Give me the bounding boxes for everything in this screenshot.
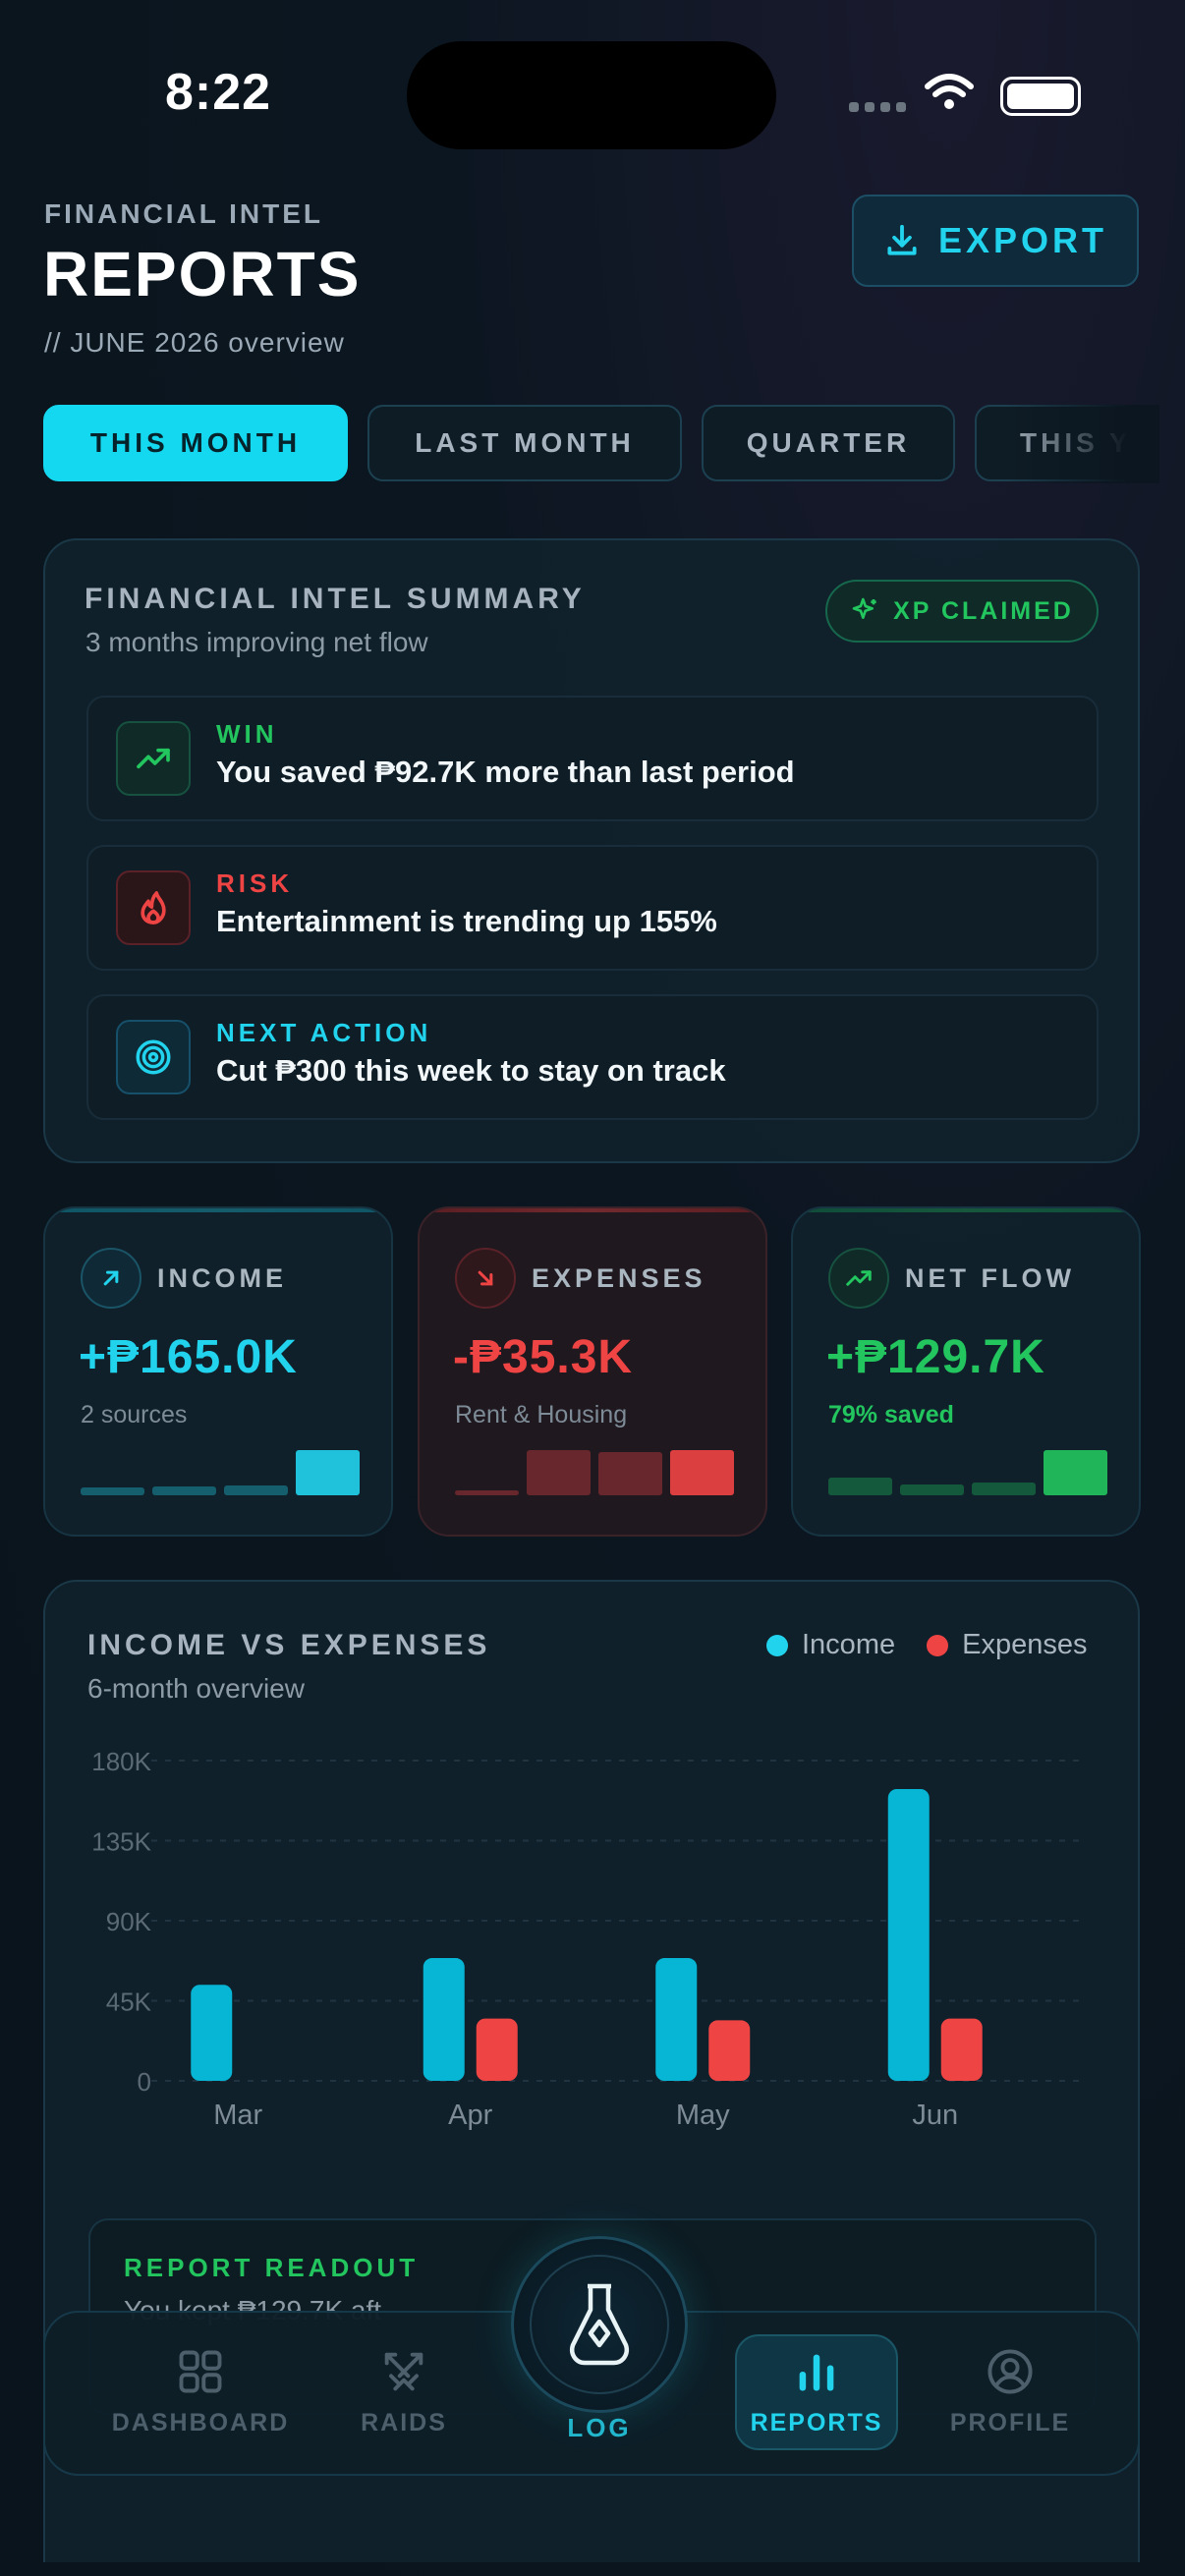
sparkline-bar	[1044, 1450, 1107, 1495]
insight-next-action[interactable]: NEXT ACTION Cut ₱300 this week to stay o…	[86, 994, 1099, 1120]
tab-this-year[interactable]: THIS Y	[975, 405, 1136, 481]
sparkles-icon	[852, 597, 876, 619]
stat-value: +₱165.0K	[79, 1331, 298, 1383]
x-tick-label: Jun	[912, 2100, 958, 2131]
nav-profile[interactable]: PROFILE	[912, 2346, 1108, 2437]
chart-subtitle: 6-month overview	[87, 1673, 305, 1704]
legend-expenses: Expenses	[927, 1629, 1087, 1661]
download-icon	[887, 224, 917, 255]
sparkline-bar	[296, 1450, 360, 1495]
bar-income-may	[655, 1958, 698, 2081]
bar-chart-icon	[799, 2354, 834, 2391]
stat-value: +₱129.7K	[826, 1331, 1045, 1383]
bar-expenses-jun	[940, 2018, 983, 2081]
income-expenses-chart: 0 45K 90K 135K 180K Mar Apr May Jun	[91, 1747, 1081, 2131]
readout-title: REPORT READOUT	[124, 2253, 420, 2282]
user-circle-icon	[988, 2349, 1033, 2394]
summary-subtitle: 3 months improving net flow	[85, 627, 428, 657]
stat-label: INCOME	[157, 1263, 287, 1293]
insight-label: WIN	[216, 719, 278, 749]
stat-card-income[interactable]: INCOME +₱165.0K 2 sources	[43, 1206, 393, 1537]
stat-sub: 2 sources	[81, 1401, 188, 1428]
sparkline-bar	[455, 1490, 519, 1495]
stat-label: EXPENSES	[532, 1263, 706, 1293]
insight-text: Entertainment is trending up 155%	[216, 904, 717, 938]
swords-icon	[384, 2352, 423, 2391]
expenses-sparkline	[455, 1446, 734, 1495]
sparkline-bar	[527, 1450, 591, 1495]
trending-up-icon	[116, 721, 191, 796]
target-icon	[116, 1020, 191, 1094]
bar-income-jun	[887, 1788, 930, 2081]
y-tick-label: 45K	[106, 1988, 152, 2017]
tab-quarter[interactable]: QUARTER	[702, 405, 955, 481]
grid-icon	[179, 2350, 222, 2393]
insight-win[interactable]: WIN You saved ₱92.7K more than last peri…	[86, 696, 1099, 821]
arrow-down-right-icon	[455, 1248, 516, 1309]
log-button[interactable]	[511, 2236, 688, 2413]
bar-expenses-may	[708, 2020, 751, 2081]
sparkline-bar	[598, 1452, 662, 1495]
x-tick-label: Apr	[448, 2100, 492, 2131]
nav-dashboard[interactable]: DASHBOARD	[102, 2346, 299, 2437]
sparkline-bar	[972, 1483, 1036, 1495]
summary-title: FINANCIAL INTEL SUMMARY	[85, 583, 586, 615]
bar-income-apr	[423, 1958, 465, 2081]
flame-icon	[116, 870, 191, 945]
nav-raids[interactable]: RAIDS	[306, 2346, 502, 2437]
xp-claimed-badge[interactable]: XP CLAIMED	[825, 580, 1099, 643]
chart-title: INCOME VS EXPENSES	[87, 1629, 491, 1661]
net-flow-sparkline	[828, 1446, 1107, 1495]
sparkline-bar	[152, 1485, 216, 1495]
insight-text: Cut ₱300 this week to stay on track	[216, 1053, 726, 1088]
period-tabs: THIS MONTH LAST MONTH QUARTER THIS Y	[43, 405, 1136, 483]
insight-label: RISK	[216, 868, 294, 898]
wifi-icon	[925, 74, 974, 109]
tab-last-month[interactable]: LAST MONTH	[367, 405, 682, 481]
tab-this-month[interactable]: THIS MONTH	[43, 405, 348, 481]
legend-income: Income	[766, 1629, 895, 1661]
chart-legend: Income Expenses	[766, 1629, 1087, 1661]
sparkline-bar	[900, 1484, 964, 1495]
stat-card-net-flow[interactable]: NET FLOW +₱129.7K 79% saved	[791, 1206, 1141, 1537]
y-tick-label: 90K	[106, 1907, 152, 1936]
battery-icon	[1000, 77, 1081, 116]
sparkline-bar	[828, 1477, 892, 1495]
nav-reports[interactable]: REPORTS	[718, 2346, 915, 2437]
y-tick-label: 135K	[91, 1827, 151, 1857]
dynamic-island	[407, 41, 776, 149]
export-button[interactable]: EXPORT	[852, 195, 1139, 287]
nav-log-label: LOG	[567, 2413, 632, 2442]
page-title: REPORTS	[43, 239, 362, 309]
insight-risk[interactable]: RISK Entertainment is trending up 155%	[86, 845, 1099, 971]
stat-sub: 79% saved	[828, 1401, 954, 1428]
stat-value: -₱35.3K	[453, 1331, 634, 1383]
insight-text: You saved ₱92.7K more than last period	[216, 755, 795, 789]
x-tick-label: Mar	[213, 2100, 262, 2131]
signal-icon	[849, 102, 906, 112]
y-tick-label: 180K	[91, 1747, 151, 1776]
stat-label: NET FLOW	[905, 1263, 1075, 1293]
trending-up-icon	[828, 1248, 889, 1309]
y-tick-label: 0	[138, 2067, 151, 2097]
export-label: EXPORT	[937, 220, 1108, 260]
sparkline-bar	[81, 1486, 144, 1495]
page-eyebrow: FINANCIAL INTEL	[44, 198, 324, 229]
x-tick-label: May	[676, 2100, 730, 2131]
stat-sub: Rent & Housing	[455, 1401, 628, 1428]
page-subtitle: // JUNE 2026 overview	[44, 327, 345, 358]
income-sparkline	[81, 1446, 360, 1495]
stat-card-expenses[interactable]: EXPENSES -₱35.3K Rent & Housing	[418, 1206, 767, 1537]
arrow-up-right-icon	[81, 1248, 141, 1309]
sparkline-bar	[224, 1484, 288, 1495]
bar-expenses-apr	[476, 2018, 518, 2081]
insight-label: NEXT ACTION	[216, 1018, 432, 1047]
xp-badge-label: XP CLAIMED	[893, 596, 1074, 625]
sparkline-bar	[670, 1450, 734, 1495]
status-time: 8:22	[165, 64, 272, 121]
bar-income-mar	[191, 1985, 233, 2081]
